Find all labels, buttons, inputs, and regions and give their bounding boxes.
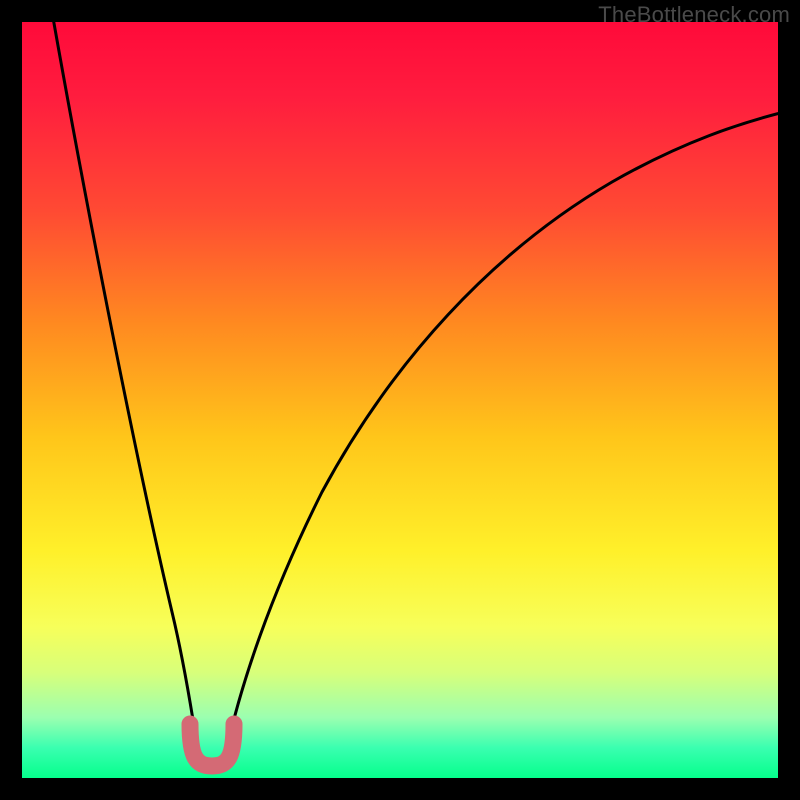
watermark-text: TheBottleneck.com (598, 2, 790, 28)
curve-right-branch (226, 110, 778, 752)
plot-area (22, 22, 778, 778)
pink-u-marker (190, 724, 234, 766)
outer-frame: TheBottleneck.com (0, 0, 800, 800)
chart-svg (22, 22, 778, 778)
curve-left-branch (52, 22, 198, 752)
